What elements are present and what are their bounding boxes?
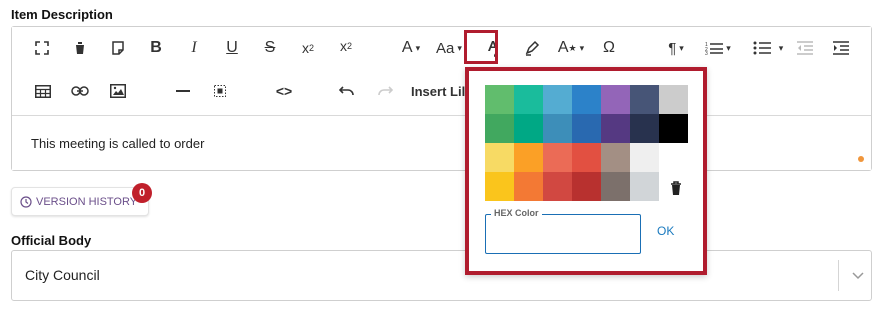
color-swatch[interactable]	[601, 143, 630, 172]
link-icon[interactable]	[69, 80, 91, 102]
color-swatch[interactable]	[630, 143, 659, 172]
paste-icon[interactable]	[108, 37, 128, 59]
chevron-down-icon[interactable]	[846, 265, 870, 287]
editor-text: This meeting is called to order	[31, 136, 205, 151]
ok-button[interactable]: OK	[657, 224, 674, 238]
bold-icon[interactable]: B	[146, 37, 166, 59]
redo-icon[interactable]	[374, 80, 396, 102]
select-separator	[838, 260, 839, 291]
official-body-value: City Council	[25, 267, 100, 283]
unordered-list-icon[interactable]: ▾	[748, 37, 788, 59]
color-swatch[interactable]	[630, 172, 659, 201]
color-swatch[interactable]	[659, 114, 688, 143]
hex-color-label: HEX Color	[491, 208, 542, 218]
color-swatch[interactable]	[601, 172, 630, 201]
editor-content-area[interactable]: This meeting is called to order	[12, 116, 871, 170]
select-all-icon[interactable]	[209, 80, 231, 102]
version-history-button[interactable]: VERSION HISTORY	[11, 187, 149, 216]
color-swatch[interactable]	[543, 143, 572, 172]
undo-icon[interactable]	[336, 80, 358, 102]
underline-icon[interactable]: U	[222, 37, 242, 59]
remove-color-icon[interactable]	[666, 177, 686, 199]
version-count-badge: 0	[132, 183, 152, 203]
strikethrough-icon[interactable]: S	[260, 37, 280, 59]
image-icon[interactable]	[107, 80, 129, 102]
color-swatch	[659, 143, 688, 172]
color-swatch[interactable]	[514, 114, 543, 143]
history-icon	[20, 195, 32, 208]
table-icon[interactable]	[32, 80, 54, 102]
color-swatch[interactable]	[485, 172, 514, 201]
superscript-icon[interactable]: x2	[335, 35, 357, 57]
rich-text-editor: B I U S x2 x2 A ▾ Aa ▾ A ★ ▾ Ω ¶ ▾ 1 2 3 ▾ ▾	[11, 26, 872, 171]
insert-link-button[interactable]: Insert Lil	[411, 80, 467, 102]
color-swatch[interactable]	[485, 143, 514, 172]
color-swatch[interactable]	[485, 114, 514, 143]
color-swatch[interactable]	[601, 114, 630, 143]
color-swatch[interactable]	[514, 143, 543, 172]
hex-color-input[interactable]	[490, 225, 638, 247]
color-swatch-grid	[485, 85, 688, 201]
color-swatch[interactable]	[630, 85, 659, 114]
fullscreen-icon[interactable]	[32, 37, 52, 59]
editor-status-dot	[858, 156, 864, 162]
special-character-icon[interactable]: Ω	[598, 37, 620, 59]
svg-text:3: 3	[705, 51, 708, 55]
hex-color-field: HEX Color	[485, 208, 641, 254]
version-history-label: VERSION HISTORY	[36, 195, 138, 208]
text-color-button-highlight	[464, 30, 498, 64]
font-style-icon[interactable]: A ★ ▾	[555, 37, 587, 59]
color-swatch[interactable]	[572, 85, 601, 114]
color-swatch[interactable]	[543, 85, 572, 114]
color-swatch[interactable]	[572, 114, 601, 143]
color-swatch[interactable]	[572, 172, 601, 201]
ordered-list-icon[interactable]: 1 2 3 ▾	[700, 37, 736, 59]
color-swatch[interactable]	[659, 85, 688, 114]
trash-icon[interactable]	[70, 37, 90, 59]
code-view-icon[interactable]: <>	[272, 80, 296, 102]
subscript-icon[interactable]: x2	[297, 37, 319, 59]
indent-icon[interactable]	[830, 37, 852, 59]
color-swatch[interactable]	[514, 85, 543, 114]
item-description-label: Item Description	[11, 7, 113, 22]
font-size-icon[interactable]: A ▾	[397, 37, 425, 59]
color-swatch[interactable]	[543, 114, 572, 143]
horizontal-line-icon[interactable]	[172, 80, 194, 102]
color-swatch[interactable]	[572, 143, 601, 172]
highlight-icon[interactable]	[521, 37, 543, 59]
official-body-label: Official Body	[11, 233, 92, 248]
color-swatch[interactable]	[514, 172, 543, 201]
text-case-icon[interactable]: Aa ▾	[432, 37, 466, 59]
color-swatch[interactable]	[601, 85, 630, 114]
outdent-icon[interactable]	[794, 37, 816, 59]
editor-toolbar: B I U S x2 x2 A ▾ Aa ▾ A ★ ▾ Ω ¶ ▾ 1 2 3 ▾ ▾	[12, 27, 871, 116]
official-body-select[interactable]: City Council	[11, 250, 872, 301]
color-picker-popup: HEX Color OK	[465, 67, 707, 275]
color-swatch[interactable]	[485, 85, 514, 114]
paragraph-icon[interactable]: ¶ ▾	[662, 37, 690, 59]
color-swatch[interactable]	[543, 172, 572, 201]
color-swatch[interactable]	[630, 114, 659, 143]
italic-icon[interactable]: I	[184, 37, 204, 59]
